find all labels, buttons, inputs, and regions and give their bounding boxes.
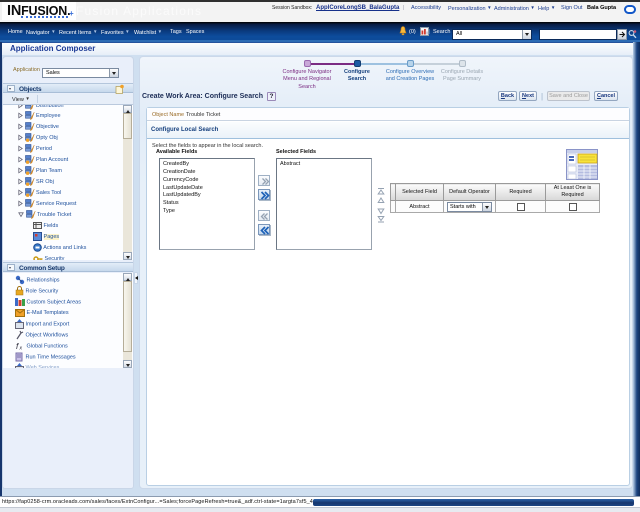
svg-text:x: x (19, 346, 23, 352)
